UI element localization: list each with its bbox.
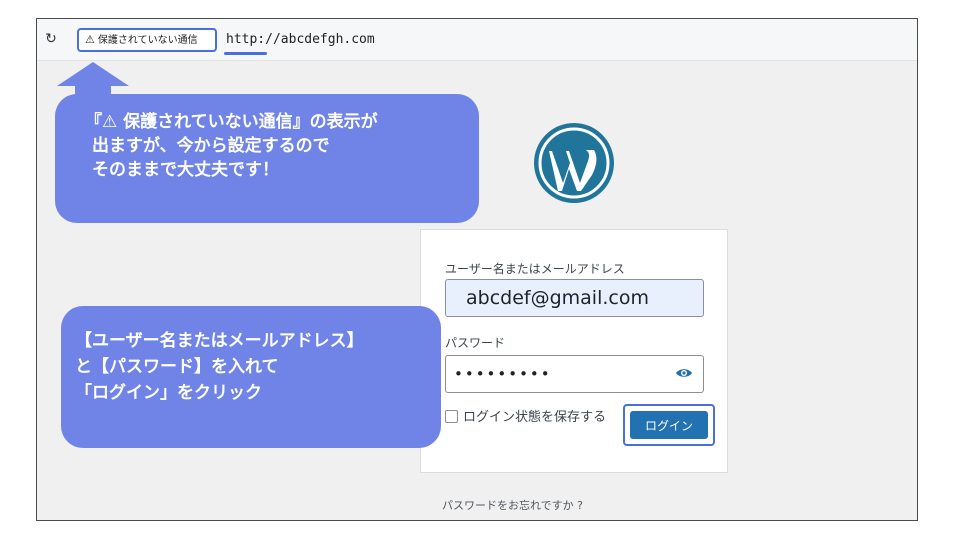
password-label: パスワード [445,336,506,350]
password-input[interactable]: ••••••••• [445,355,704,393]
forgot-password-link[interactable]: パスワードをお忘れですか ? [442,497,583,513]
remember-me-option[interactable]: ログイン状態を保存する [445,410,606,426]
callout-bottom: 【ユーザー名またはメールアドレス】 と【パスワード】を入れて 「ログイン」をクリ… [61,306,441,448]
remember-me-label: ログイン状態を保存する [463,410,607,425]
url-highlight-underline [224,52,267,55]
callout-top-line1: 『⚠ 保護されていない通信』の表示が [85,112,378,132]
callout-bottom-line1: 【ユーザー名またはメールアドレス】 [75,331,364,351]
reload-icon[interactable]: ↻ [43,31,59,47]
wordpress-logo-icon[interactable] [532,121,616,205]
username-input[interactable]: abcdef@gmail.com [445,279,704,317]
username-label: ユーザー名またはメールアドレス [445,262,625,276]
callout-arrow-up-icon [57,62,129,96]
callout-top-line2: 出ますが、今から設定するので [92,136,330,156]
warning-triangle-icon: ⚠ [85,33,95,46]
callout-bottom-line2: と【パスワード】を入れて [75,357,279,377]
security-indicator[interactable]: ⚠ 保護されていない通信 [77,28,217,52]
login-button[interactable]: ログイン [630,411,708,439]
login-form: ユーザー名またはメールアドレス abcdef@gmail.com パスワード •… [420,229,728,473]
callout-top: 『⚠ 保護されていない通信』の表示が 出ますが、今から設定するので そのままで大… [55,94,479,223]
url-text[interactable]: http://abcdefgh.com [226,30,375,50]
remember-me-checkbox[interactable] [445,410,458,423]
browser-window: ↻ ⚠ 保護されていない通信 http://abcdefgh.com 『⚠ 保護さ… [36,18,918,521]
callout-top-line3: そのままで大丈夫です！ [92,160,279,180]
address-bar: ↻ ⚠ 保護されていない通信 http://abcdefgh.com [37,19,917,61]
login-button-highlight: ログイン [623,404,715,446]
eye-icon[interactable] [675,366,693,380]
password-value: ••••••••• [454,365,552,383]
security-label: 保護されていない通信 [97,35,198,46]
callout-bottom-line3: 「ログイン」をクリック [75,383,262,403]
